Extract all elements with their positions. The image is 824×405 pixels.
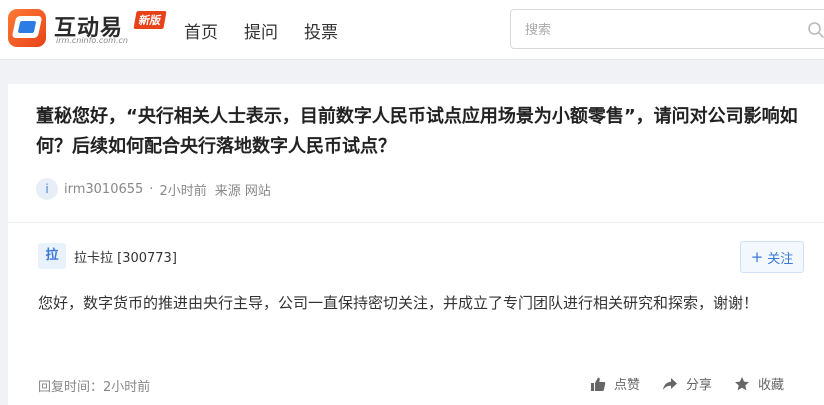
nav-ask[interactable]: 提问 <box>244 18 278 43</box>
search-input[interactable] <box>525 20 785 40</box>
asker-name[interactable]: irm3010655 <box>64 182 143 197</box>
follow-button[interactable]: + 关注 <box>740 241 804 273</box>
top-header: 互动易 新版 irm.cninfo.com.cn 首页 提问 投票 <box>0 0 824 60</box>
search-box <box>510 9 824 49</box>
share-button[interactable]: 分享 <box>662 374 712 393</box>
answer-actions: 点赞 分享 收藏 <box>590 374 784 393</box>
share-label: 分享 <box>686 378 713 393</box>
meta-separator: · <box>149 181 154 197</box>
reply-time: 回复时间：2小时前 <box>38 380 151 395</box>
company-name[interactable]: 拉卡拉 [300773] <box>74 247 177 266</box>
like-button[interactable]: 点赞 <box>590 374 640 393</box>
logo-subtitle: irm.cninfo.com.cn <box>56 36 128 45</box>
share-icon <box>663 377 678 390</box>
question-source: 来源 网站 <box>214 183 271 199</box>
divider <box>8 222 824 223</box>
main-nav: 首页 提问 投票 <box>184 18 338 43</box>
question-meta: i irm3010655 · 2小时前 来源 网站 <box>36 178 271 200</box>
nav-home[interactable]: 首页 <box>184 18 218 43</box>
site-logo[interactable]: 互动易 新版 irm.cninfo.com.cn <box>8 7 168 51</box>
like-label: 点赞 <box>614 378 641 393</box>
answer-body: 您好，数字货币的推进由央行主导，公司一直保持密切关注，并成立了专门团队进行相关研… <box>38 294 759 312</box>
answer-header: 拉 拉卡拉 [300773] <box>38 243 177 269</box>
favorite-button[interactable]: 收藏 <box>734 374 784 393</box>
search-icon[interactable] <box>807 21 824 39</box>
plus-icon: + <box>750 247 764 266</box>
company-badge: 拉 <box>38 243 66 269</box>
qa-card: 董秘您好，“央行相关人士表示，目前数字人民币试点应用场景为小额零售”，请问对公司… <box>8 84 824 405</box>
thumbs-up-icon <box>591 377 606 391</box>
asker-avatar[interactable]: i <box>36 178 58 200</box>
follow-label: 关注 <box>767 251 794 267</box>
logo-mark-icon <box>8 9 46 47</box>
question-time: 2小时前 <box>159 183 207 199</box>
star-icon <box>735 376 750 390</box>
nav-vote[interactable]: 投票 <box>304 18 338 43</box>
logo-new-badge: 新版 <box>133 11 167 29</box>
question-title: 董秘您好，“央行相关人士表示，目前数字人民币试点应用场景为小额零售”，请问对公司… <box>36 106 798 157</box>
favorite-label: 收藏 <box>758 378 785 393</box>
